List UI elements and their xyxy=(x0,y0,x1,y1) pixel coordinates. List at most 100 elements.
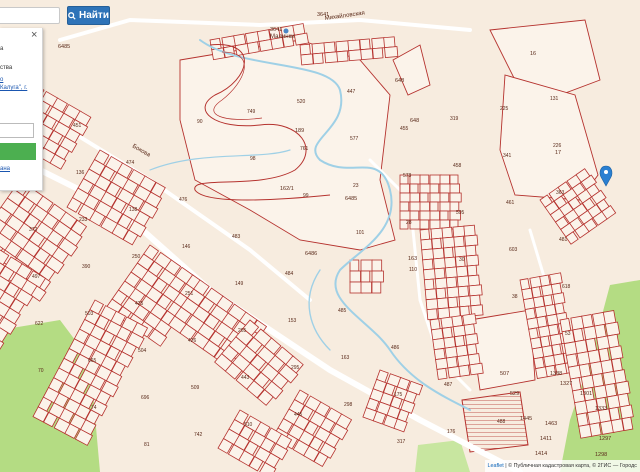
parcel[interactable] xyxy=(423,278,435,291)
parcel[interactable] xyxy=(360,48,374,61)
parcel[interactable] xyxy=(446,356,458,369)
parcel[interactable] xyxy=(419,201,431,212)
parcel[interactable] xyxy=(372,47,384,60)
parcel[interactable] xyxy=(371,270,384,283)
parcel[interactable] xyxy=(383,36,396,49)
parcel[interactable] xyxy=(466,343,478,356)
parcel[interactable] xyxy=(552,292,566,305)
parcel[interactable] xyxy=(581,314,594,329)
parcel[interactable] xyxy=(432,247,445,260)
parcel[interactable] xyxy=(547,323,560,337)
parcel[interactable] xyxy=(384,46,399,59)
close-icon[interactable]: × xyxy=(31,29,37,41)
parcel[interactable] xyxy=(371,259,383,272)
parcel[interactable] xyxy=(336,50,349,63)
parcel[interactable] xyxy=(465,244,477,257)
parcel[interactable] xyxy=(519,278,531,291)
parcel[interactable] xyxy=(610,418,625,433)
parcel[interactable] xyxy=(434,267,446,280)
parcel[interactable] xyxy=(433,347,446,361)
parcel[interactable] xyxy=(419,210,432,221)
parcel[interactable] xyxy=(429,174,442,185)
parcel[interactable] xyxy=(399,192,412,203)
parcel[interactable] xyxy=(451,315,464,328)
search-button[interactable]: Найти xyxy=(67,6,110,25)
parcel[interactable] xyxy=(469,362,484,376)
parcel[interactable] xyxy=(463,323,476,336)
parcel[interactable] xyxy=(454,245,468,258)
parcel[interactable] xyxy=(457,285,470,298)
parcel[interactable] xyxy=(613,369,627,384)
parcel[interactable] xyxy=(602,310,617,325)
parcel[interactable] xyxy=(528,327,539,340)
parcel[interactable] xyxy=(455,344,469,358)
parcel[interactable] xyxy=(445,276,458,289)
parcel[interactable] xyxy=(600,359,614,374)
parcel[interactable] xyxy=(371,281,382,294)
panel-link-3[interactable]: ана xyxy=(0,166,10,172)
search-input[interactable] xyxy=(0,7,60,24)
parcel[interactable] xyxy=(589,422,602,437)
parcel[interactable] xyxy=(554,302,565,315)
parcel[interactable] xyxy=(399,210,411,221)
parcel[interactable] xyxy=(536,315,548,328)
parcel[interactable] xyxy=(449,192,462,203)
parcel[interactable] xyxy=(430,227,444,240)
parcel[interactable] xyxy=(409,183,419,194)
parcel[interactable] xyxy=(598,347,610,363)
parcel[interactable] xyxy=(429,318,441,331)
parcel[interactable] xyxy=(444,256,457,269)
parcel[interactable] xyxy=(347,39,361,52)
leaflet-link[interactable]: Leaflet xyxy=(488,463,504,469)
parcel[interactable] xyxy=(551,343,562,356)
parcel[interactable] xyxy=(576,412,589,427)
parcel[interactable] xyxy=(439,201,451,212)
parcel[interactable] xyxy=(550,282,563,295)
parcel[interactable] xyxy=(429,201,439,212)
parcel[interactable] xyxy=(419,219,430,230)
parcel[interactable] xyxy=(439,174,451,185)
parcel[interactable] xyxy=(455,265,469,278)
parcel[interactable] xyxy=(311,42,326,55)
parcel[interactable] xyxy=(371,37,386,50)
parcel[interactable] xyxy=(409,201,422,212)
parcel[interactable] xyxy=(360,259,373,272)
parcel[interactable] xyxy=(531,286,542,299)
parcel[interactable] xyxy=(422,258,434,271)
parcel[interactable] xyxy=(549,272,563,286)
parcel[interactable] xyxy=(621,416,634,431)
parcel[interactable] xyxy=(293,32,309,46)
parcel[interactable] xyxy=(454,335,466,348)
parcel[interactable] xyxy=(462,313,477,326)
parcel[interactable] xyxy=(324,51,339,64)
parcel[interactable] xyxy=(574,339,588,355)
parcel[interactable] xyxy=(449,183,461,194)
parcel[interactable] xyxy=(419,228,431,241)
parcel[interactable] xyxy=(587,349,601,364)
parcel[interactable] xyxy=(359,38,371,51)
parcel[interactable] xyxy=(524,307,537,320)
parcel[interactable] xyxy=(467,274,481,287)
parcel[interactable] xyxy=(419,174,430,185)
parcel[interactable] xyxy=(409,192,421,203)
parcel[interactable] xyxy=(565,353,579,368)
parcel[interactable] xyxy=(619,404,634,420)
parcel[interactable] xyxy=(430,327,444,341)
cadastral-map[interactable]: МалинкиМихайловскаяБокова364136416485648… xyxy=(0,0,640,472)
parcel[interactable] xyxy=(435,287,447,300)
parcel[interactable] xyxy=(604,321,621,337)
parcel[interactable] xyxy=(431,237,442,250)
panel-submit-button[interactable] xyxy=(0,143,36,160)
parcel[interactable] xyxy=(349,259,360,272)
parcel[interactable] xyxy=(349,270,361,283)
parcel[interactable] xyxy=(464,234,479,247)
parcel[interactable] xyxy=(617,392,630,408)
parcel[interactable] xyxy=(436,367,448,380)
parcel[interactable] xyxy=(446,286,460,299)
parcel[interactable] xyxy=(246,41,260,54)
parcel[interactable] xyxy=(299,43,311,56)
parcel[interactable] xyxy=(436,297,449,310)
parcel[interactable] xyxy=(585,337,598,353)
parcel[interactable] xyxy=(441,226,453,239)
parcel[interactable] xyxy=(453,235,465,248)
